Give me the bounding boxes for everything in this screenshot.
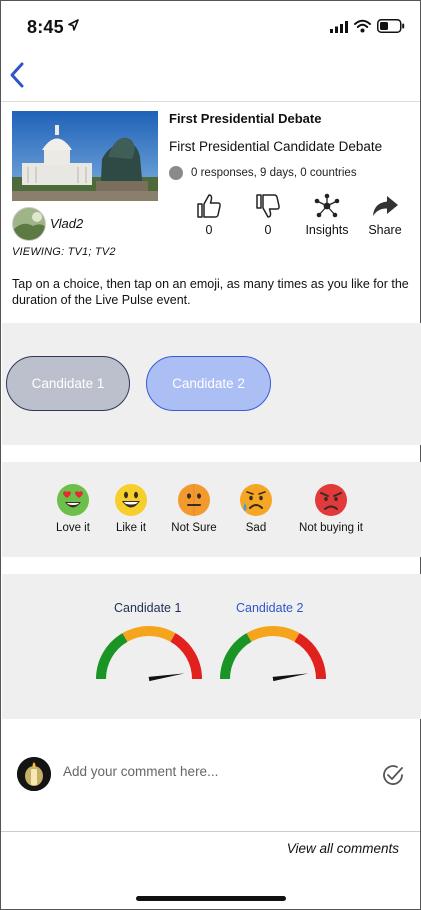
share-button[interactable]: Share (365, 191, 405, 237)
thumbs-down-icon (256, 194, 280, 218)
gauge-candidate-1 (96, 626, 202, 682)
network-insights-icon (314, 193, 340, 218)
gauges-panel (2, 574, 421, 719)
gauge-label-candidate-1: Candidate 1 (114, 601, 182, 615)
gauge-green-segment (220, 633, 252, 680)
app-screen: 8:45 First Presidential Debate First Pre… (0, 0, 421, 910)
emoji-label: Like it (115, 522, 147, 534)
gauge-needle (272, 673, 309, 682)
gauge-candidate-2 (220, 626, 326, 682)
location-arrow-icon (68, 19, 79, 31)
emoji-label: Not Sure (171, 522, 217, 534)
gauge-needle (148, 673, 185, 682)
choice-candidate-2[interactable]: Candidate 2 (146, 356, 271, 411)
event-stats: 0 responses, 9 days, 0 countries (191, 167, 357, 179)
instructions-text: Tap on a choice, then tap on an emoji, a… (12, 277, 409, 307)
status-dot (169, 166, 183, 180)
event-thumbnail (12, 111, 158, 201)
view-all-comments-link[interactable]: View all comments (287, 841, 399, 856)
thumbs-up-icon (197, 194, 221, 218)
commenter-avatar (17, 757, 51, 791)
author-username[interactable]: Vlad2 (50, 216, 83, 231)
emoji-label: Love it (56, 522, 90, 534)
event-title: First Presidential Debate (169, 111, 322, 126)
dislike-count: 0 (264, 223, 272, 237)
submit-check-icon[interactable] (381, 763, 405, 787)
event-subtitle: First Presidential Candidate Debate (169, 139, 383, 154)
comments-divider (1, 831, 420, 832)
author-avatar[interactable] (12, 207, 46, 241)
status-bar: 8:45 (1, 1, 420, 51)
dislike-button[interactable]: 0 (253, 191, 283, 237)
nav-divider (1, 101, 420, 102)
emoji-not-sure[interactable]: Not Sure (165, 483, 223, 534)
gauge-red-segment (170, 633, 202, 680)
insights-label: Insights (305, 223, 349, 237)
status-time: 8:45 (27, 17, 64, 37)
share-arrow-icon (373, 196, 398, 216)
wifi-icon (354, 19, 371, 33)
comment-input[interactable] (63, 764, 363, 779)
home-indicator[interactable] (136, 896, 286, 901)
viewing-channels: VIEWING: TV1; TV2 (12, 246, 116, 258)
emoji-label: Sad (245, 522, 267, 534)
insights-button[interactable]: Insights (301, 191, 353, 237)
like-button[interactable]: 0 (194, 191, 224, 237)
like-count: 0 (205, 223, 213, 237)
angry-emoji-icon (315, 484, 347, 516)
gauge-red-segment (294, 633, 326, 680)
emoji-label: Not buying it (299, 522, 363, 534)
choice-candidate-1[interactable]: Candidate 1 (6, 356, 130, 411)
sad-emoji-icon (240, 484, 272, 516)
gauge-orange-segment (122, 626, 176, 642)
battery-icon (377, 19, 405, 33)
emoji-love-it[interactable]: Love it (51, 483, 95, 534)
share-label: Share (368, 223, 402, 237)
grinning-emoji-icon (115, 484, 147, 516)
emoji-not-buying-it[interactable]: Not buying it (291, 483, 371, 534)
emoji-like-it[interactable]: Like it (111, 483, 151, 534)
cellular-signal-icon (330, 21, 348, 33)
heart-eyes-emoji-icon (57, 484, 89, 516)
emoji-sad[interactable]: Sad (237, 483, 275, 534)
gauge-label-candidate-2: Candidate 2 (236, 601, 304, 615)
gauge-green-segment (96, 633, 128, 680)
neutral-emoji-icon (178, 484, 210, 516)
back-chevron-icon[interactable] (9, 61, 29, 91)
gauge-orange-segment (246, 626, 300, 642)
